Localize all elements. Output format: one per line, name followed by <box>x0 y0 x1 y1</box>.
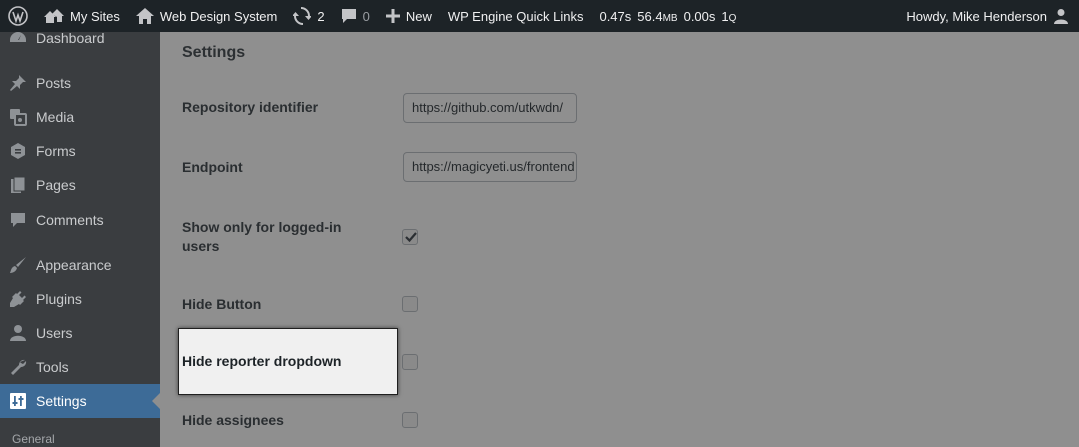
settings-icon <box>8 391 28 411</box>
perf-queries-value: 1 <box>721 8 729 24</box>
sidebar-item-label: Pages <box>36 177 76 193</box>
comment-bubble-icon <box>341 9 356 23</box>
sidebar-item-users[interactable]: Users <box>0 316 160 350</box>
admin-sidebar: Dashboard Posts Media Forms Pages Commen… <box>0 32 160 447</box>
hide-assignees-label: Hide assignees <box>182 412 284 428</box>
sidebar-item-settings[interactable]: Settings <box>0 384 160 418</box>
perf-memory-value: 56.4 <box>637 8 663 24</box>
wp-engine-quick-links[interactable]: WP Engine Quick Links <box>440 0 592 32</box>
comments-count: 0 <box>362 8 370 24</box>
new-label: New <box>405 8 432 24</box>
my-sites-label: My Sites <box>70 8 120 24</box>
howdy-label: Howdy, Mike Henderson <box>906 8 1047 24</box>
updates-count: 2 <box>317 8 325 24</box>
perf-queries: 1Q <box>721 9 736 24</box>
logged-in-checkbox[interactable] <box>402 229 418 245</box>
sidebar-item-label: Settings <box>36 393 87 409</box>
new-content-menu[interactable]: New <box>378 0 440 32</box>
my-sites-menu[interactable]: My Sites <box>36 0 128 32</box>
hide-assignees-checkbox[interactable] <box>402 412 418 428</box>
dashboard-icon <box>8 32 28 48</box>
my-sites-icon <box>44 9 64 23</box>
sidebar-item-label: Media <box>36 109 75 125</box>
wordpress-logo-button[interactable] <box>0 0 36 32</box>
performance-stats[interactable]: 0.47s 56.4MB 0.00s 1Q <box>591 0 744 32</box>
pages-icon <box>8 175 28 195</box>
wp-engine-label: WP Engine Quick Links <box>447 8 584 24</box>
sidebar-item-label: Forms <box>36 143 76 159</box>
account-menu[interactable]: Howdy, Mike Henderson <box>898 0 1079 32</box>
sidebar-item-forms[interactable]: Forms <box>0 134 160 168</box>
submenu-item-general[interactable]: General <box>12 432 55 446</box>
admin-bar: My Sites Web Design System 2 0 New WP En… <box>0 0 1079 32</box>
plus-icon <box>385 9 400 23</box>
highlight-box: Hide reporter dropdown <box>178 328 398 395</box>
user-icon <box>8 323 28 343</box>
sidebar-item-label: Comments <box>36 212 104 228</box>
wordpress-logo-icon <box>8 6 28 26</box>
home-icon <box>135 8 154 24</box>
forms-icon <box>8 141 28 161</box>
updates-icon <box>293 7 312 25</box>
perf-time: 0.47s <box>599 8 632 24</box>
repository-label: Repository identifier <box>182 99 319 115</box>
hide-button-label: Hide Button <box>182 296 262 312</box>
page-title: Settings <box>182 44 246 61</box>
comment-icon <box>8 210 28 230</box>
pin-icon <box>8 73 28 93</box>
sidebar-item-media[interactable]: Media <box>0 100 160 134</box>
sidebar-item-plugins[interactable]: Plugins <box>0 282 160 316</box>
perf-db-time: 0.00s <box>683 8 716 24</box>
sidebar-item-label: Dashboard <box>36 32 105 46</box>
sidebar-item-tools[interactable]: Tools <box>0 350 160 384</box>
sidebar-item-dashboard[interactable]: Dashboard <box>0 32 160 55</box>
wrench-icon <box>8 357 28 377</box>
hide-reporter-checkbox[interactable] <box>402 354 418 370</box>
perf-memory: 56.4MB <box>637 9 677 24</box>
endpoint-label: Endpoint <box>182 159 243 175</box>
sidebar-item-label: Posts <box>36 75 72 91</box>
sidebar-item-appearance[interactable]: Appearance <box>0 248 160 282</box>
settings-content: Settings Repository identifier https://g… <box>160 32 1079 447</box>
site-name-menu[interactable]: Web Design System <box>128 0 286 32</box>
perf-queries-unit: Q <box>728 12 737 24</box>
logged-in-label: Show only for logged-in users <box>182 219 342 254</box>
endpoint-input[interactable]: https://magicyeti.us/frontend <box>403 152 577 182</box>
plug-icon <box>8 289 28 309</box>
sidebar-item-label: Users <box>36 325 73 341</box>
user-avatar-icon <box>1054 9 1068 24</box>
hide-button-checkbox[interactable] <box>402 296 418 312</box>
perf-memory-unit: MB <box>662 12 678 24</box>
repository-input[interactable]: https://github.com/utkwdn/ <box>403 93 577 123</box>
sidebar-item-label: Appearance <box>36 257 112 273</box>
site-name-label: Web Design System <box>159 8 278 24</box>
checkmark-icon <box>405 232 417 243</box>
sidebar-item-label: Tools <box>36 359 69 375</box>
hide-reporter-label: Hide reporter dropdown <box>182 353 342 369</box>
sidebar-item-label: Plugins <box>36 291 82 307</box>
updates-menu[interactable]: 2 <box>285 0 332 32</box>
sidebar-item-posts[interactable]: Posts <box>0 66 160 100</box>
sidebar-item-comments[interactable]: Comments <box>0 203 160 237</box>
media-icon <box>8 107 28 127</box>
comments-menu[interactable]: 0 <box>333 0 378 32</box>
sidebar-item-pages[interactable]: Pages <box>0 168 160 202</box>
brush-icon <box>8 255 28 275</box>
